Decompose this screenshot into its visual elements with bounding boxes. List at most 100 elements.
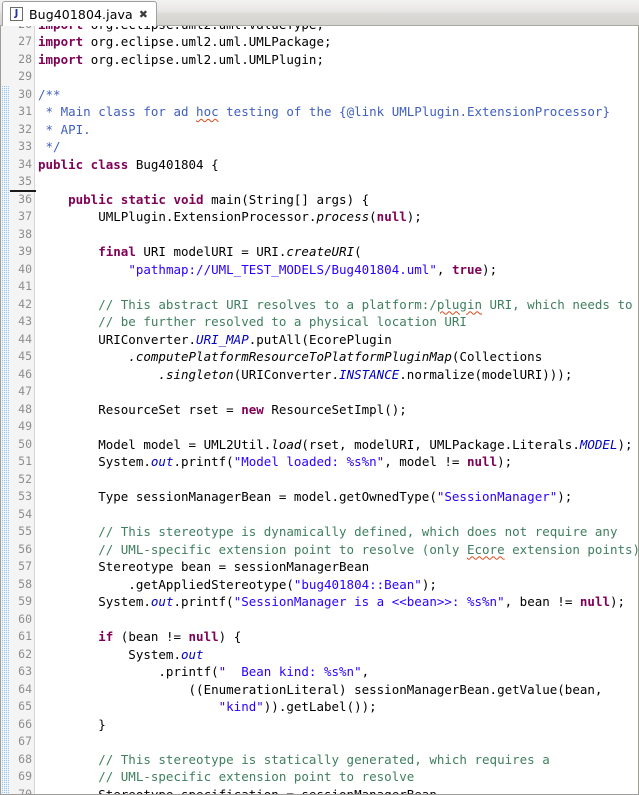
line-number: 28 xyxy=(18,51,32,66)
code-line[interactable]: 33 */ xyxy=(1,138,638,156)
tab-bug401804-java[interactable]: Bug401804.java ✖ xyxy=(2,1,157,26)
code-text: System.out.printf("SessionManager is a <… xyxy=(38,594,626,609)
code-line[interactable]: 62 System.out xyxy=(1,646,638,664)
line-number: 55 xyxy=(18,524,32,538)
code-line[interactable]: 41 xyxy=(1,278,638,296)
line-number: 36 xyxy=(18,191,32,206)
code-text: "kind")).getLabel()); xyxy=(218,699,377,714)
code-line[interactable]: 46 .singleton(URIConverter.INSTANCE.norm… xyxy=(1,366,638,384)
line-number: 44 xyxy=(18,331,32,346)
code-line[interactable]: 70 Stereotype specification = sessionMan… xyxy=(1,786,638,795)
code-line[interactable]: 45 .computePlatformResourceToPlatformPlu… xyxy=(1,348,638,366)
line-number: 43 xyxy=(18,314,32,328)
code-line[interactable]: 55 // This stereotype is dynamically def… xyxy=(1,523,638,541)
code-line[interactable]: 43 // be further resolved to a physical … xyxy=(1,313,638,331)
code-line[interactable]: 65 "kind")).getLabel()); xyxy=(1,698,638,716)
code-line[interactable]: 27 import org.eclipse.uml2.uml.UMLPackage… xyxy=(1,33,638,51)
code-line[interactable]: 63 .printf(" Bean kind: %s%n", xyxy=(1,663,638,681)
code-text: * Main class for ad hoc testing of the {… xyxy=(38,104,610,119)
code-line[interactable]: 54 xyxy=(1,506,638,524)
code-line[interactable]: 47 xyxy=(1,383,638,401)
line-number: 64 xyxy=(18,681,32,696)
code-line[interactable]: 36 public static void main(String[] args… xyxy=(1,191,638,209)
line-number: 51 xyxy=(18,454,32,468)
code-line[interactable]: 59 System.out.printf("SessionManager is … xyxy=(1,593,638,611)
line-separator-marker xyxy=(10,189,36,192)
code-text: URIConverter.URI_MAP.putAll(EcorePlugin xyxy=(38,331,392,347)
code-line[interactable]: 30 /** xyxy=(1,86,638,104)
code-line[interactable]: 51 System.out.printf("Model loaded: %s%n… xyxy=(1,453,638,471)
line-number: 48 xyxy=(18,401,32,416)
code-line[interactable]: 42 // This abstract URI resolves to a pl… xyxy=(1,296,638,314)
code-text: .getAppliedStereotype("bug401804::Bean")… xyxy=(38,576,437,592)
line-number: 69 xyxy=(18,769,32,783)
code-text: import org.eclipse.uml2.uml.UMLPackage; xyxy=(38,34,332,49)
code-line[interactable]: 69 // UML-specific extension point to re… xyxy=(1,768,638,786)
code-line[interactable]: 58 .getAppliedStereotype("bug401804::Bea… xyxy=(1,576,638,594)
code-text: import org.eclipse.uml2.uml.UMLPlugin; xyxy=(38,51,324,67)
code-text: if (bean != null) { xyxy=(98,629,242,644)
code-text: // UML-specific extension point to resol… xyxy=(38,769,415,784)
eclipse-editor-window: Bug401804.java ✖ 26 import org.eclipse.um… xyxy=(0,0,639,795)
line-number: 61 xyxy=(18,629,32,643)
line-number: 33 xyxy=(18,139,32,153)
line-number: 58 xyxy=(18,576,32,591)
code-line[interactable]: 68 // This stereotype is statically gene… xyxy=(1,751,638,769)
line-number: 52 xyxy=(18,471,32,486)
line-number: 60 xyxy=(18,611,32,626)
code-line[interactable]: 28 import org.eclipse.uml2.uml.UMLPlugin; xyxy=(1,51,638,69)
code-text: import org.eclipse.uml2.uml.ValueType; xyxy=(38,26,324,33)
line-number: 56 xyxy=(18,541,32,556)
line-number: 40 xyxy=(18,261,32,276)
line-number: 38 xyxy=(18,226,32,241)
code-line[interactable]: 61 if (bean != null) { xyxy=(1,628,638,646)
code-line[interactable]: 66 } xyxy=(1,716,638,734)
line-number: 66 xyxy=(18,716,32,731)
line-number: 41 xyxy=(18,279,32,293)
line-number: 27 xyxy=(18,34,32,48)
code-line[interactable]: 31 * Main class for ad hoc testing of th… xyxy=(1,103,638,121)
code-line[interactable]: 37 UMLPlugin.ExtensionProcessor.process(… xyxy=(1,208,638,226)
code-line[interactable]: 49 xyxy=(1,418,638,436)
code-line[interactable]: 40 "pathmap://UML_TEST_MODELS/Bug401804.… xyxy=(1,261,638,279)
line-number: 29 xyxy=(18,69,32,83)
code-line[interactable]: 56 // UML-specific extension point to re… xyxy=(1,541,638,559)
line-number: 31 xyxy=(18,104,32,118)
code-line[interactable]: 52 xyxy=(1,471,638,489)
code-line[interactable]: 44 URIConverter.URI_MAP.putAll(EcorePlug… xyxy=(1,331,638,349)
code-line[interactable]: 48 ResourceSet rset = new ResourceSetImp… xyxy=(1,401,638,419)
code-text: "pathmap://UML_TEST_MODELS/Bug401804.uml… xyxy=(128,261,498,277)
code-line[interactable]: 60 xyxy=(1,611,638,629)
code-text: .printf(" Bean kind: %s%n", xyxy=(38,664,370,679)
code-line[interactable]: 29 xyxy=(1,68,638,86)
line-number: 59 xyxy=(18,594,32,608)
code-text: // be further resolved to a physical loc… xyxy=(38,314,467,329)
code-line[interactable]: 53 Type sessionManagerBean = model.getOw… xyxy=(1,488,638,506)
code-text: .computePlatformResourceToPlatformPlugin… xyxy=(128,349,543,364)
line-number: 39 xyxy=(18,244,32,258)
close-icon[interactable]: ✖ xyxy=(139,9,148,20)
code-line[interactable]: 57 Stereotype bean = sessionManagerBean xyxy=(1,558,638,576)
code-line[interactable]: 32 * API. xyxy=(1,121,638,139)
code-line[interactable]: 26 import org.eclipse.uml2.uml.ValueType; xyxy=(1,26,638,33)
code-line[interactable]: 39 final URI modelURI = URI.createURI( xyxy=(1,243,638,261)
code-text: public static void main(String[] args) { xyxy=(68,191,370,207)
line-number: 32 xyxy=(18,121,32,136)
code-editor[interactable]: 26 import org.eclipse.uml2.uml.ValueType;… xyxy=(0,26,639,795)
code-text: .singleton(URIConverter.INSTANCE.normali… xyxy=(158,366,573,382)
line-number: 26 xyxy=(10,26,33,33)
java-file-icon xyxy=(10,7,23,21)
code-line[interactable]: 35 xyxy=(1,173,638,191)
line-number: 37 xyxy=(18,209,32,223)
code-line[interactable]: 34 public class Bug401804 { xyxy=(1,156,638,174)
code-text: // UML-specific extension point to resol… xyxy=(38,541,639,557)
code-text: public class Bug401804 { xyxy=(38,156,219,172)
code-line[interactable]: 50 Model model = UML2Util.load(rset, mod… xyxy=(1,436,638,454)
code-text: Type sessionManagerBean = model.getOwned… xyxy=(38,489,573,504)
code-text: System.out xyxy=(38,646,204,662)
code-line[interactable]: 64 ((EnumerationLiteral) sessionManagerB… xyxy=(1,681,638,699)
code-line[interactable]: 38 xyxy=(1,226,638,244)
code-text: ResourceSet rset = new ResourceSetImpl()… xyxy=(38,401,407,417)
code-line[interactable]: 67 xyxy=(1,733,638,751)
code-text: // This stereotype is dynamically define… xyxy=(38,524,618,539)
